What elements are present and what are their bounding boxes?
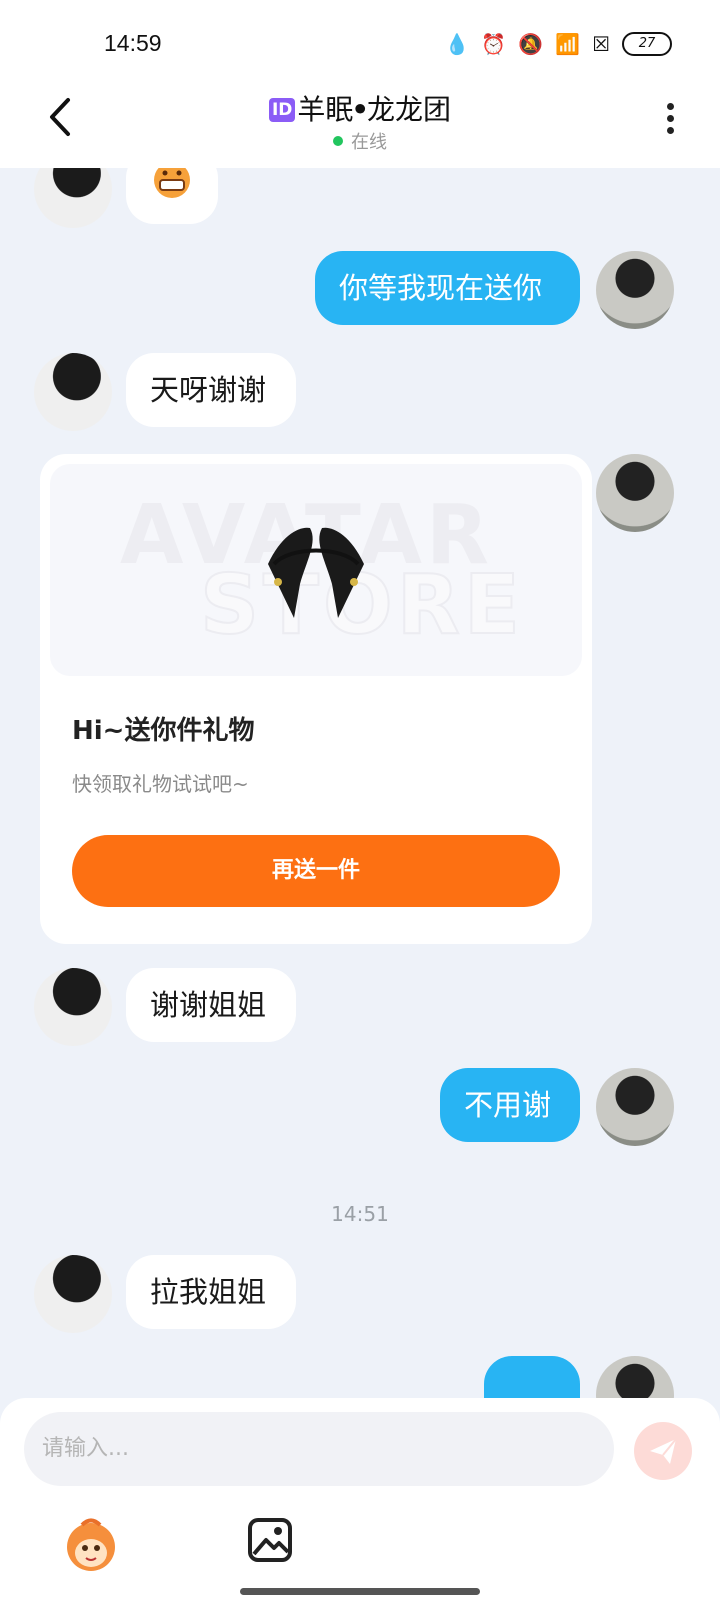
- my-avatar[interactable]: [596, 1068, 674, 1146]
- online-label: 在线: [351, 132, 387, 153]
- message-bubble-out: 不用谢: [440, 1068, 580, 1142]
- gift-card: AVATAR STORE Hi~送你件礼物 快领取礼物试试吧~ 再送一件: [40, 454, 592, 944]
- status-bar: 14:59 💧 ⏰ 🔕 📶 ☒ 27: [0, 0, 720, 80]
- emoji-button[interactable]: [60, 1516, 122, 1574]
- message-bubble-in: 拉我姐姐: [126, 1255, 296, 1329]
- message-input[interactable]: 请输入...: [24, 1412, 614, 1486]
- peer-avatar[interactable]: [34, 1255, 112, 1333]
- image-icon: [248, 1518, 292, 1562]
- more-dot-icon: [666, 115, 674, 122]
- status-time: 14:59: [104, 30, 162, 56]
- my-avatar[interactable]: [596, 251, 674, 329]
- chat-title: ID 羊眠ꔷ龙龙团: [0, 88, 720, 128]
- status-icons: 💧 ⏰ 🔕 📶 ☒ 27: [444, 30, 672, 58]
- id-badge-icon: ID: [268, 98, 296, 122]
- message-bubble-out: 你等我现在送你: [315, 251, 580, 325]
- contact-name: 羊眠ꔷ龙龙团: [297, 93, 452, 126]
- peer-avatar[interactable]: [34, 168, 112, 228]
- cat-ears-headband-icon: [268, 527, 364, 618]
- my-avatar[interactable]: [596, 1356, 674, 1398]
- sim-icon: ☒: [592, 32, 610, 56]
- peer-avatar[interactable]: [34, 353, 112, 431]
- online-dot-icon: [333, 136, 343, 146]
- message-timestamp: 14:51: [331, 1202, 389, 1226]
- message-bubble-in: 天呀谢谢: [126, 353, 296, 427]
- more-dot-icon: [666, 103, 674, 110]
- home-indicator[interactable]: [240, 1588, 480, 1595]
- my-avatar[interactable]: [596, 454, 674, 532]
- grin-emoji-icon: [154, 168, 190, 198]
- drop-icon: 💧: [444, 32, 470, 56]
- peer-avatar[interactable]: [34, 968, 112, 1046]
- message-bubble-out: [484, 1356, 580, 1398]
- message-bubble-in: 谢谢姐姐: [126, 968, 296, 1042]
- chat-header: ID 羊眠ꔷ龙龙团 在线: [0, 80, 720, 168]
- wifi-icon: 📶: [555, 32, 581, 56]
- gift-subtitle: 快领取礼物试试吧~: [72, 772, 249, 796]
- alarm-icon: ⏰: [481, 32, 507, 56]
- emoji-bubble: [126, 168, 218, 224]
- monkey-emoji-icon: [67, 1518, 115, 1571]
- mute-icon: 🔕: [518, 32, 544, 56]
- battery-icon: 27: [622, 32, 672, 56]
- image-button[interactable]: [246, 1516, 294, 1564]
- input-bar: 请输入...: [0, 1398, 720, 1600]
- more-dot-icon: [666, 127, 674, 134]
- online-status: 在线: [0, 128, 720, 154]
- gift-title: Hi~送你件礼物: [72, 716, 255, 746]
- more-menu-button[interactable]: [660, 100, 680, 140]
- chat-area[interactable]: 你等我现在送你 天呀谢谢 AVATAR STORE Hi~送你件礼物 快领取礼物…: [0, 168, 720, 1398]
- send-another-gift-button[interactable]: 再送一件: [72, 835, 560, 907]
- send-icon: [650, 1438, 677, 1464]
- send-button[interactable]: [634, 1422, 692, 1480]
- gift-image: AVATAR STORE: [50, 464, 582, 676]
